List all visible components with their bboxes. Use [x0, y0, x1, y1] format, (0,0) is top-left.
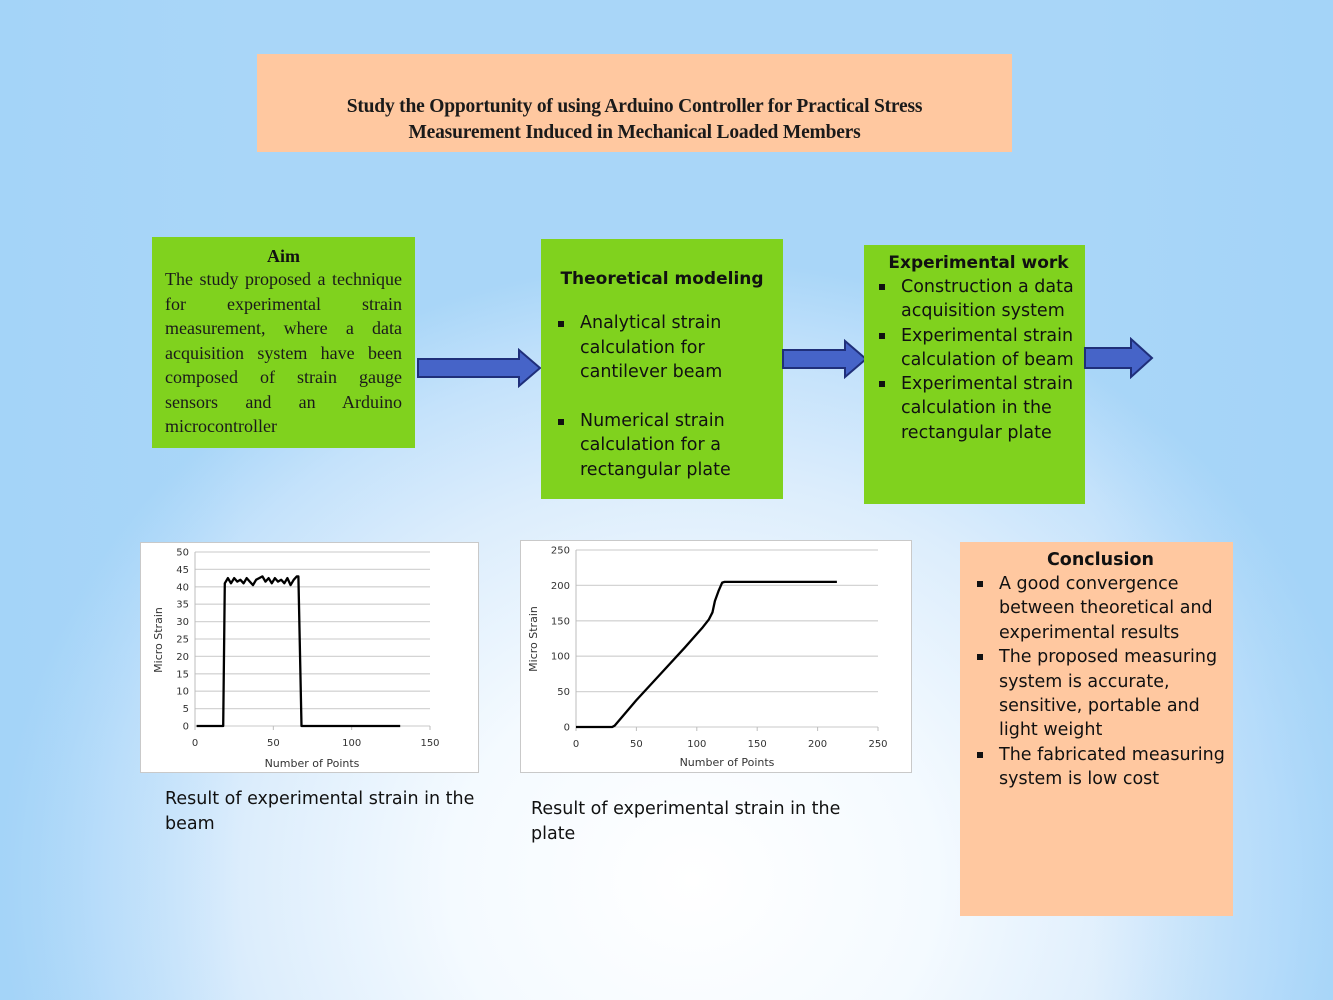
experimental-item: Construction a data acquisition system: [878, 275, 1079, 324]
y-tick-label: 35: [176, 600, 189, 611]
y-tick-label: 15: [176, 669, 189, 680]
theoretical-item: Numerical strain calculation for a recta…: [557, 409, 773, 483]
y-tick-label: 250: [551, 546, 570, 557]
experimental-work-box: Experimental work Construction a data ac…: [864, 245, 1085, 504]
beam-chart-caption: Result of experimental strain in the bea…: [165, 789, 475, 834]
experimental-heading: Experimental work: [888, 253, 1069, 273]
aim-body: The study proposed a technique for exper…: [165, 269, 402, 436]
experimental-item: Experimental strain calculation in the r…: [878, 372, 1079, 445]
conclusion-heading: Conclusion: [1046, 550, 1155, 570]
beam-strain-chart: 0 5 10 15 20 25 30 35 40 45 50 0 50 100 150 Number of …: [140, 542, 479, 773]
y-axis-title: Micro Strain: [152, 607, 165, 673]
conclusion-item: The proposed measuring system is accurat…: [976, 645, 1225, 743]
y-tick-label: 20: [176, 652, 189, 663]
y-axis-title: Micro Strain: [527, 606, 540, 672]
y-tick-label: 0: [564, 723, 570, 734]
x-tick-label: 150: [748, 739, 767, 750]
x-tick-label: 50: [267, 738, 280, 749]
arrow-shape: [1084, 337, 1154, 379]
theoretical-modeling-box: Theoretical modeling Analytical strain c…: [541, 239, 783, 499]
aim-box: Aim The study proposed a technique for e…: [152, 237, 415, 448]
y-tick-label: 150: [551, 616, 570, 627]
x-tick-label: 200: [808, 739, 827, 750]
plate-chart-caption: Result of experimental strain in the pla…: [531, 799, 841, 844]
experimental-item: Experimental strain calculation of beam: [878, 324, 1079, 373]
conclusion-list: A good convergence between theoretical a…: [976, 572, 1225, 792]
y-tick-label: 0: [183, 722, 189, 733]
y-tick-label: 40: [176, 582, 189, 593]
y-tick-label: 50: [557, 687, 570, 698]
title-line-1: Study the Opportunity of using Arduino C…: [346, 96, 923, 117]
x-tick-label: 250: [868, 739, 887, 750]
y-tick-label: 100: [551, 652, 570, 663]
data-line: [196, 575, 401, 728]
data-line: [576, 580, 837, 729]
plate-strain-chart: 0 50 100 150 200 250 0 50 100 150 200 250 Number of…: [520, 540, 912, 773]
beam-chart-svg: 0 5 10 15 20 25 30 35 40 45 50 0 50 100 150 Number of …: [152, 548, 440, 771]
aim-heading: Aim: [267, 246, 300, 266]
y-tick-label: 50: [176, 548, 189, 559]
x-tick-label: 0: [573, 739, 579, 750]
x-tick-label: 100: [687, 739, 706, 750]
conclusion-box: Conclusion A good convergence between th…: [960, 542, 1233, 916]
y-tick-label: 5: [183, 704, 189, 715]
x-tick-label: 150: [420, 738, 439, 749]
page-title: Study the Opportunity of using Arduino C…: [347, 94, 923, 152]
x-axis-title: Number of Points: [265, 757, 360, 770]
arrow-right-icon: [1084, 337, 1154, 379]
conclusion-item: The fabricated measuring system is low c…: [976, 743, 1225, 792]
y-tick-label: 200: [551, 581, 570, 592]
arrow-shape: [782, 339, 868, 379]
title-box: Study the Opportunity of using Arduino C…: [257, 54, 1012, 152]
experimental-list: Construction a data acquisition system E…: [878, 275, 1079, 445]
x-tick-label: 0: [192, 738, 198, 749]
title-line-2: Measurement Induced in Mechanical Loaded…: [408, 122, 861, 143]
x-axis-title: Number of Points: [680, 756, 775, 769]
conclusion-item: A good convergence between theoretical a…: [976, 572, 1225, 645]
plate-chart-svg: 0 50 100 150 200 250 0 50 100 150 200 250 Number of…: [527, 546, 888, 770]
arrow-right-icon: [782, 339, 868, 379]
arrow-right-icon: [417, 348, 542, 388]
theoretical-heading: Theoretical modeling: [560, 269, 764, 289]
theoretical-item: Analytical strain calculation for cantil…: [557, 311, 773, 385]
y-tick-label: 30: [176, 617, 189, 628]
x-tick-label: 100: [342, 738, 361, 749]
arrow-shape: [417, 348, 542, 388]
y-tick-label: 10: [176, 687, 189, 698]
y-tick-label: 25: [176, 635, 189, 646]
x-tick-label: 50: [630, 739, 643, 750]
theoretical-list: Analytical strain calculation for cantil…: [557, 311, 773, 482]
y-tick-label: 45: [176, 565, 189, 576]
